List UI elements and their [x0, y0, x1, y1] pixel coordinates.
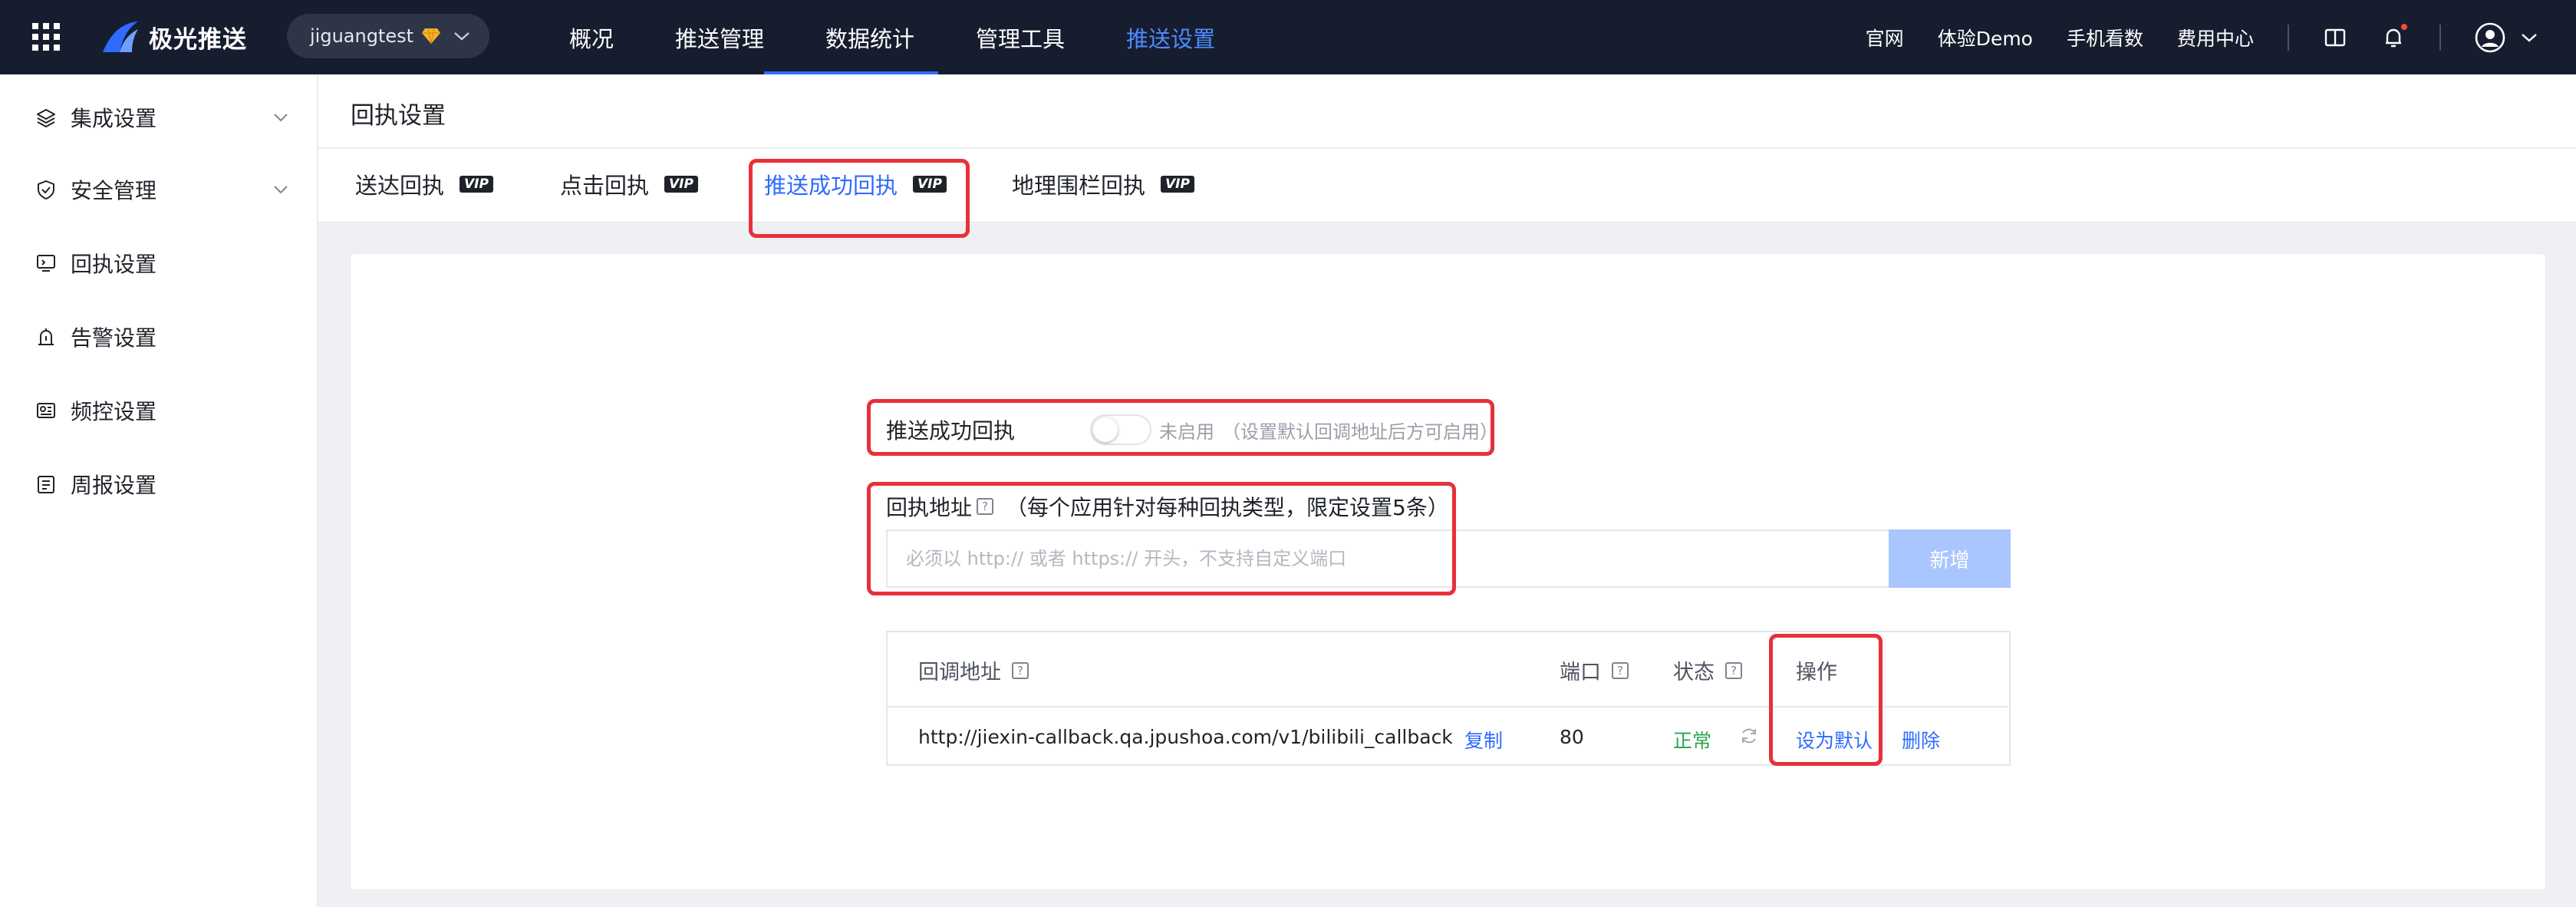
- status-badge: 正常: [1673, 730, 1712, 752]
- tab-geofence-receipt[interactable]: 地理围栏回执 VIP: [1012, 169, 1194, 200]
- sidebar-item-security[interactable]: 安全管理: [35, 174, 288, 205]
- table-header: [888, 632, 2009, 707]
- push-success-receipt-toggle-row: 推送成功回执 未启用 （设置默认回调地址后方可启用）: [886, 414, 1498, 445]
- divider: [2439, 24, 2441, 51]
- main-navigation: 概况 推送管理 数据统计 管理工具 推送设置: [569, 0, 1276, 74]
- bell-icon[interactable]: [2381, 23, 2407, 50]
- tab-label: 推送成功回执: [764, 173, 898, 199]
- chevron-down-icon: [274, 114, 288, 122]
- frequency-icon: [37, 403, 55, 418]
- sidebar-item-label: 告警设置: [71, 325, 157, 351]
- tab-label: 送达回执: [355, 173, 445, 199]
- shield-check-icon: [38, 180, 54, 200]
- nav-overview[interactable]: 概况: [569, 21, 614, 54]
- refresh-icon[interactable]: [1739, 726, 1759, 746]
- top-navigation-bar: 极光推送 jiguangtest 概况 推送管理 数据统计 管理工具 推送设置 …: [0, 0, 2576, 74]
- aurora-logo-icon: [103, 21, 138, 52]
- sidebar-item-frequency-settings[interactable]: 频控设置: [35, 395, 288, 426]
- nav-push-settings[interactable]: 推送设置: [1126, 21, 1215, 54]
- port-value: 80: [1560, 726, 1584, 748]
- alarm-icon: [38, 328, 54, 345]
- help-icon[interactable]: ?: [1012, 661, 1029, 679]
- link-demo[interactable]: 体验Demo: [1938, 24, 2033, 51]
- sidebar-item-label: 安全管理: [71, 178, 157, 203]
- vip-badge: VIP: [1161, 176, 1194, 193]
- help-icon[interactable]: ?: [1725, 661, 1742, 679]
- brand-name: 极光推送: [149, 25, 247, 54]
- right-navigation: 官网 体验Demo 手机看数 费用中心: [1866, 0, 2576, 74]
- add-button[interactable]: 新增: [1889, 529, 2011, 588]
- apps-grid-icon[interactable]: [32, 23, 60, 51]
- sidebar-item-alarm-settings[interactable]: 告警设置: [35, 322, 288, 352]
- diamond-icon: [422, 28, 441, 45]
- column-header-callback-address: 回调地址 ?: [918, 655, 1029, 685]
- chevron-down-icon: [274, 186, 288, 194]
- layers-icon: [37, 109, 55, 127]
- sidebar: 集成设置 安全管理 回执设置 告警设置 频控设置 周报设置: [0, 74, 318, 907]
- tab-label: 地理围栏回执: [1012, 173, 1146, 199]
- help-icon[interactable]: ?: [977, 498, 994, 515]
- sidebar-item-label: 周报设置: [71, 473, 157, 498]
- sidebar-item-label: 集成设置: [71, 106, 157, 131]
- column-header-status: 状态 ?: [1673, 655, 1742, 685]
- toggle-state-text: 未启用: [1159, 421, 1214, 443]
- header-label: 端口: [1560, 661, 1601, 684]
- toggle-hint-text: （设置默认回调地址后方可启用）: [1222, 421, 1498, 443]
- user-avatar-icon: [2475, 22, 2505, 52]
- help-icon[interactable]: ?: [1612, 661, 1629, 679]
- book-icon[interactable]: [2323, 25, 2347, 50]
- report-icon: [38, 476, 54, 493]
- header-label: 状态: [1673, 661, 1715, 684]
- divider: [2288, 24, 2289, 51]
- app-selector-label: jiguangtest: [310, 25, 414, 47]
- receipt-monitor-icon: [37, 255, 55, 272]
- sidebar-item-label: 频控设置: [71, 399, 157, 424]
- tab-click-receipt[interactable]: 点击回执 VIP: [560, 169, 698, 200]
- nav-tools[interactable]: 管理工具: [976, 21, 1065, 54]
- nav-statistics[interactable]: 数据统计: [825, 21, 914, 54]
- callback-address-input[interactable]: [886, 529, 1889, 588]
- link-official-site[interactable]: 官网: [1866, 24, 1904, 51]
- tab-push-success-receipt[interactable]: 推送成功回执 VIP: [764, 169, 947, 200]
- switch-knob: [1093, 417, 1118, 442]
- page-header: 回执设置: [318, 74, 2576, 148]
- sidebar-item-receipt-settings[interactable]: 回执设置: [35, 248, 288, 279]
- address-label-row: 回执地址 ? （每个应用针对每种回执类型，限定设置5条）: [886, 491, 1449, 522]
- receipt-tabs: 送达回执 VIP 点击回执 VIP 推送成功回执 VIP 地理围栏回执 VIP: [318, 149, 2576, 223]
- tab-label: 点击回执: [560, 173, 650, 199]
- header-label: 回调地址: [918, 661, 1001, 684]
- copy-link[interactable]: 复制: [1464, 726, 1503, 754]
- sidebar-item-weekly-report[interactable]: 周报设置: [35, 469, 288, 500]
- vip-badge: VIP: [913, 176, 947, 193]
- sidebar-item-integration[interactable]: 集成设置: [35, 102, 288, 133]
- callback-address-table: 回调地址 ? 端口 ? 状态 ? 操作 http://jiexin-callba…: [886, 631, 2011, 766]
- toggle-label: 推送成功回执: [886, 418, 1016, 444]
- nav-push-management[interactable]: 推送管理: [675, 21, 764, 54]
- enable-switch[interactable]: [1090, 414, 1151, 445]
- notification-dot: [2401, 23, 2407, 30]
- brand-logo[interactable]: 极光推送: [100, 18, 247, 55]
- chevron-down-icon: [2522, 33, 2537, 42]
- vip-badge: VIP: [664, 176, 698, 193]
- delete-link[interactable]: 删除: [1902, 726, 1940, 754]
- chevron-down-icon: [454, 32, 469, 41]
- vip-badge: VIP: [460, 176, 493, 193]
- address-label: 回执地址: [886, 495, 973, 520]
- tab-delivery-receipt[interactable]: 送达回执 VIP: [355, 169, 493, 200]
- set-default-link[interactable]: 设为默认: [1796, 726, 1873, 754]
- column-header-action: 操作: [1796, 661, 1837, 684]
- callback-url: http://jiexin-callback.qa.jpushoa.com/v1…: [918, 726, 1453, 748]
- user-menu[interactable]: [2475, 22, 2538, 53]
- link-mobile-data[interactable]: 手机看数: [2067, 24, 2143, 51]
- app-selector[interactable]: jiguangtest: [287, 14, 489, 58]
- column-header-port: 端口 ?: [1560, 655, 1629, 685]
- link-billing[interactable]: 费用中心: [2177, 24, 2254, 51]
- active-tab-indicator: [764, 71, 938, 74]
- address-limit-note: （每个应用针对每种回执类型，限定设置5条）: [1006, 495, 1449, 520]
- page-title: 回执设置: [351, 102, 446, 130]
- sidebar-item-label: 回执设置: [71, 252, 157, 277]
